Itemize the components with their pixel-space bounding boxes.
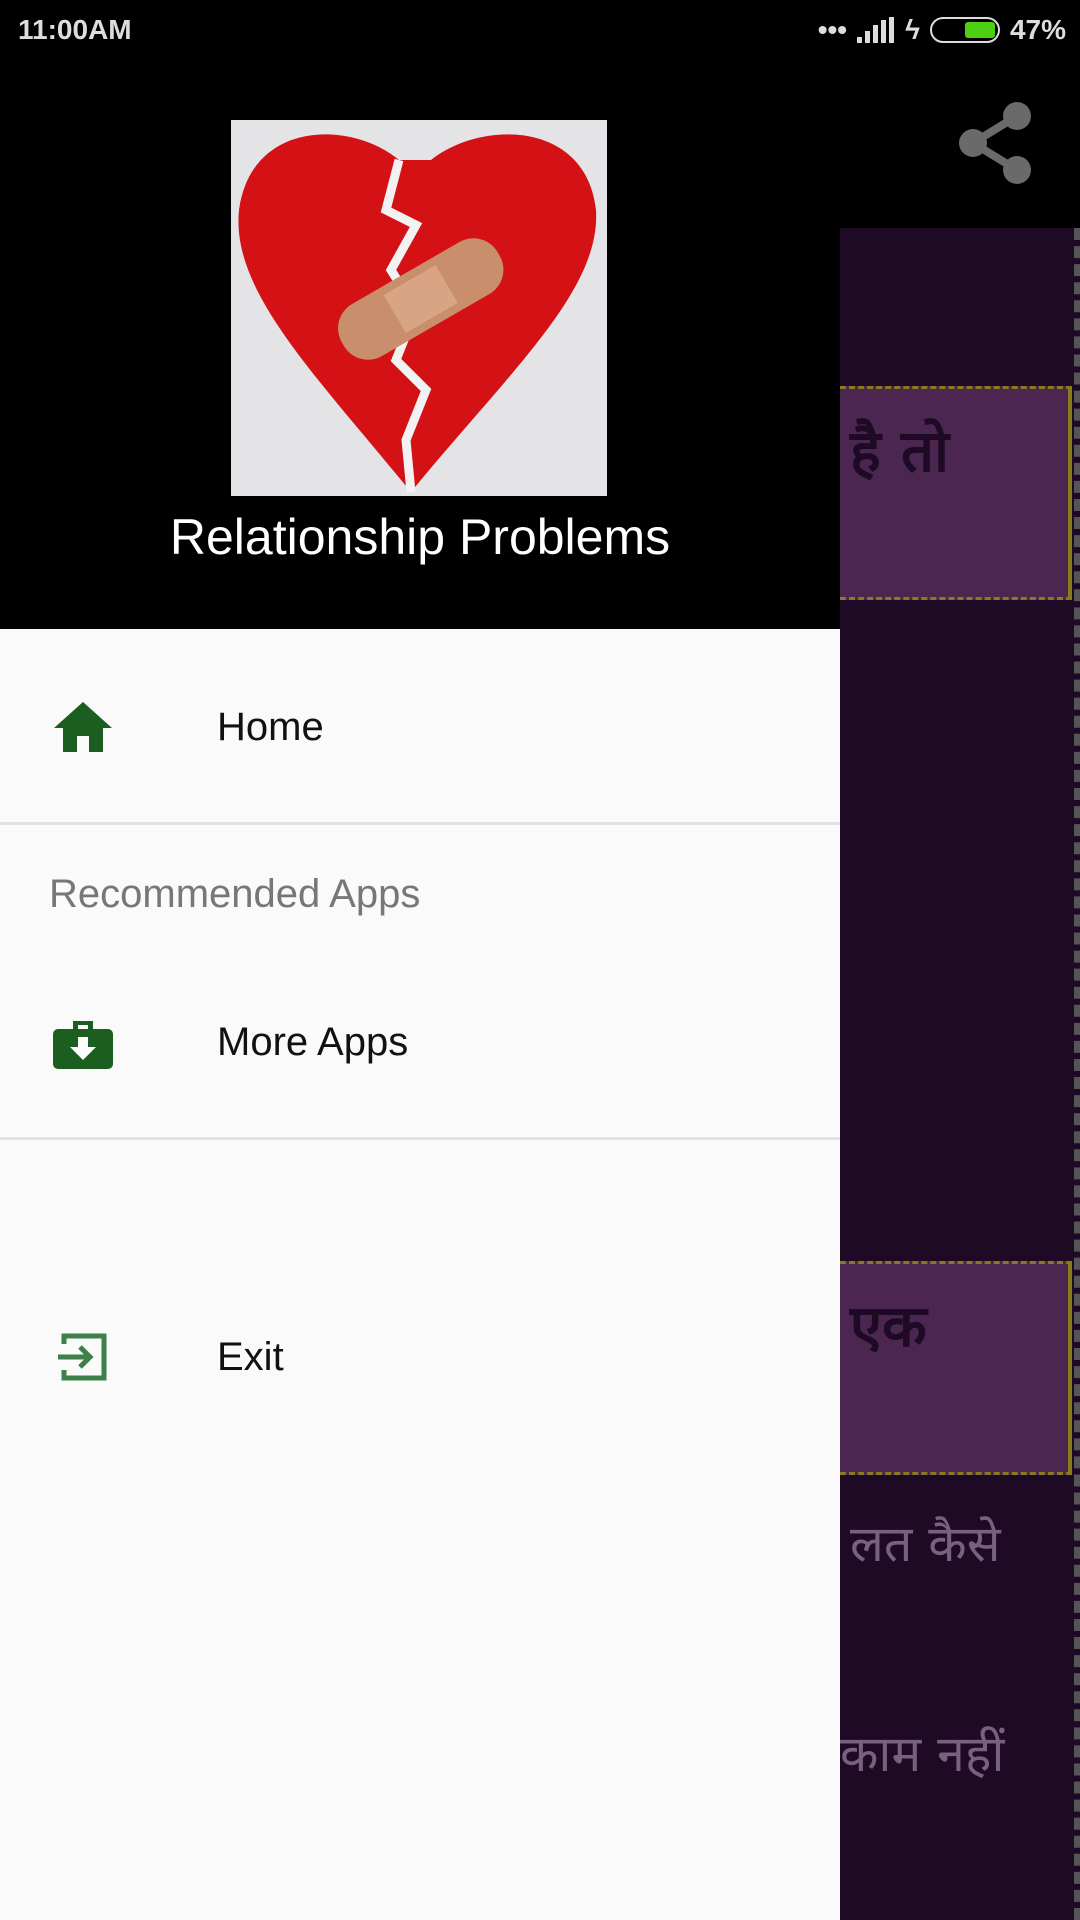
exit-icon bbox=[58, 1333, 107, 1381]
divider bbox=[0, 1137, 840, 1140]
card-text: एक bbox=[850, 1292, 927, 1360]
nav-item-label: Exit bbox=[217, 1334, 284, 1379]
status-bar: 11:00AM ••• ϟ 47% bbox=[0, 0, 1080, 60]
briefcase-download-icon bbox=[53, 1021, 113, 1069]
nav-item-home[interactable]: Home bbox=[0, 652, 840, 802]
more-dots-icon: ••• bbox=[817, 14, 848, 45]
signal-icon bbox=[857, 17, 895, 43]
content-text: लत कैसे bbox=[850, 1515, 1001, 1573]
divider bbox=[0, 822, 840, 825]
main-content: है तो एक लत कैसे काम नहीं bbox=[840, 228, 1080, 1920]
nav-item-label: More Apps bbox=[217, 1019, 409, 1064]
share-icon[interactable] bbox=[955, 100, 1035, 186]
nav-item-label: Home bbox=[217, 704, 324, 749]
nav-item-exit[interactable]: Exit bbox=[0, 1282, 840, 1432]
home-icon bbox=[54, 702, 112, 752]
status-time: 11:00AM bbox=[18, 14, 132, 45]
nav-item-more-apps[interactable]: More Apps bbox=[0, 967, 840, 1117]
content-card[interactable]: है तो bbox=[840, 386, 1072, 600]
drawer-title: Relationship Problems bbox=[169, 509, 671, 565]
section-label: Recommended Apps bbox=[49, 872, 421, 916]
broken-heart-logo bbox=[231, 120, 607, 496]
navigation-drawer: Relationship Problems Home Recommended A… bbox=[0, 60, 840, 1920]
battery-icon bbox=[929, 17, 1000, 43]
content-text: काम नहीं bbox=[840, 1725, 1005, 1783]
card-text: है तो bbox=[850, 417, 950, 485]
charging-icon: ϟ bbox=[905, 14, 920, 45]
drawer-header: Relationship Problems bbox=[0, 60, 840, 629]
content-card[interactable]: एक bbox=[840, 1261, 1072, 1475]
battery-percent: 47% bbox=[1009, 14, 1066, 45]
